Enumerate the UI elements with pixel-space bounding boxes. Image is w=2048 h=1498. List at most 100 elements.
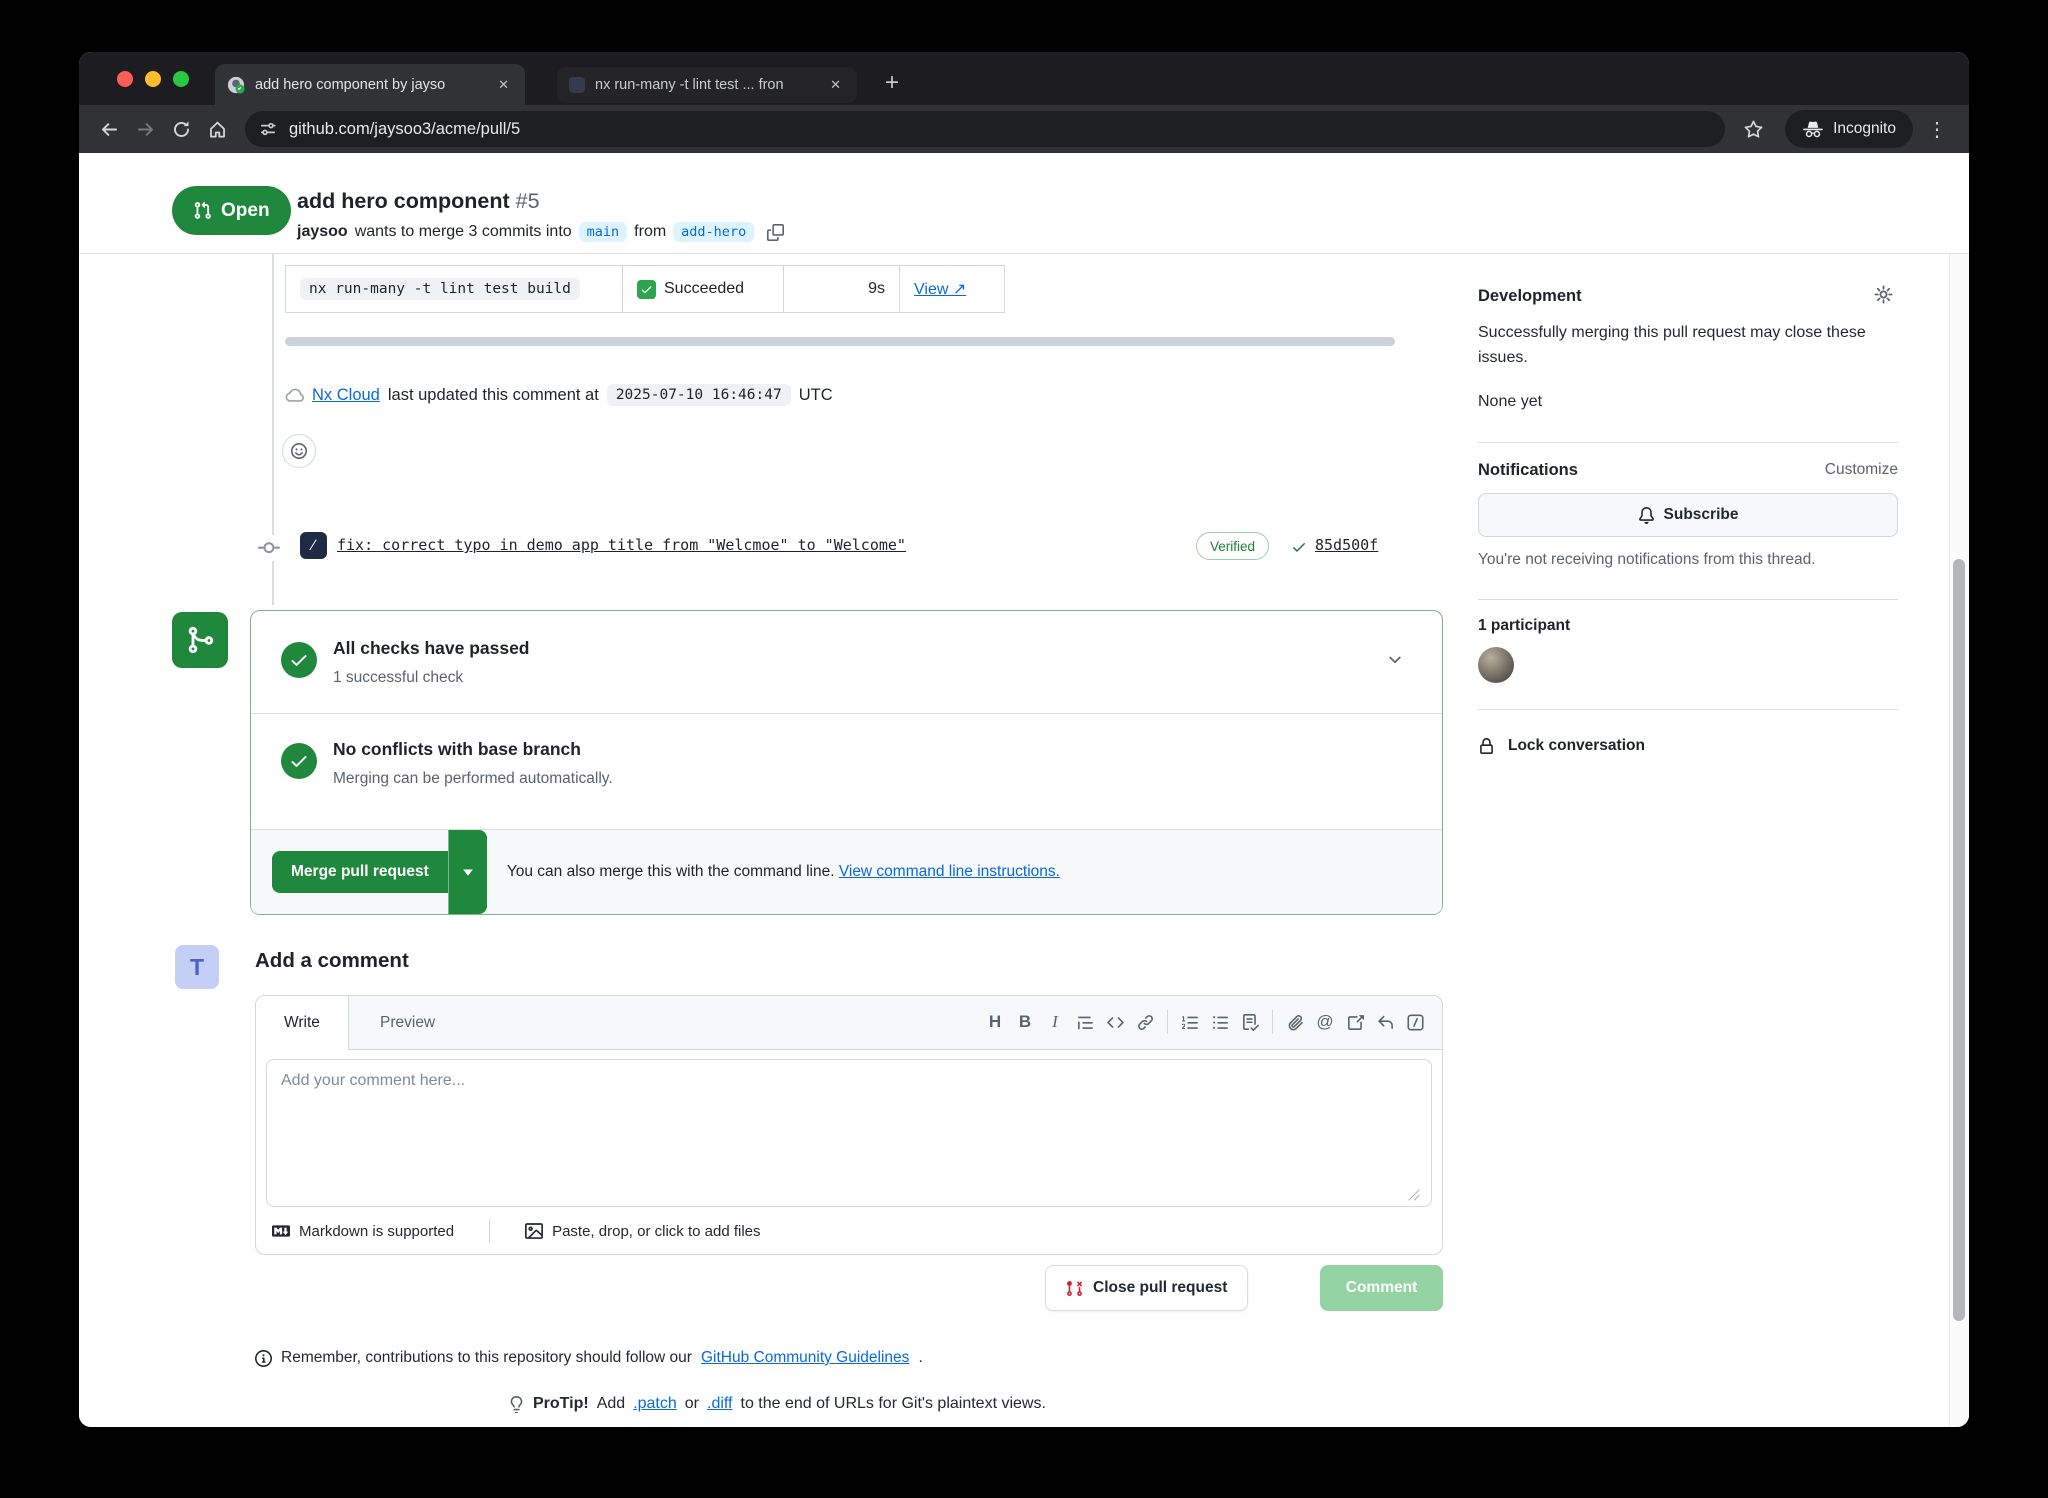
development-empty: None yet (1478, 393, 1898, 411)
view-run-link[interactable]: View ↗ (914, 279, 966, 299)
toolbar-divider (1272, 1010, 1273, 1034)
git-merge-icon (185, 625, 215, 655)
attach-file-icon[interactable] (1280, 1006, 1310, 1038)
bold-icon[interactable]: B (1010, 1006, 1040, 1038)
markdown-note[interactable]: Markdown is supported (299, 1223, 454, 1240)
nx-favicon (569, 77, 585, 93)
patch-link[interactable]: .patch (633, 1395, 677, 1413)
tab-close-icon[interactable]: ✕ (494, 75, 513, 95)
pr-merge-summary: jaysoo wants to merge 3 commits into mai… (297, 222, 784, 242)
nx-cloud-link[interactable]: Nx Cloud (312, 386, 380, 405)
chevron-down-icon[interactable] (1386, 651, 1404, 669)
diff-link[interactable]: .diff (707, 1395, 733, 1413)
code-icon[interactable] (1100, 1006, 1130, 1038)
paste-note[interactable]: Paste, drop, or click to add files (552, 1223, 760, 1240)
checks-section[interactable]: All checks have passed 1 successful chec… (251, 611, 1442, 713)
close-window-button[interactable] (117, 71, 133, 87)
guidelines-text: Remember, contributions to this reposito… (281, 1349, 692, 1367)
protip-text-b: to the end of URLs for Git's plaintext v… (741, 1395, 1046, 1413)
new-tab-button[interactable]: + (885, 65, 899, 101)
italic-icon[interactable]: I (1040, 1006, 1070, 1038)
current-user-avatar[interactable]: T (175, 945, 219, 989)
composer-toolbar: H B I @ (980, 1006, 1430, 1038)
tab-preview[interactable]: Preview (380, 996, 435, 1049)
cross-reference-icon[interactable] (1340, 1006, 1370, 1038)
checks-passed-icon (281, 642, 317, 678)
composer-footer: Markdown is supported Paste, drop, or cl… (272, 1212, 761, 1250)
merge-sentence: wants to merge 3 commits into (355, 223, 572, 241)
add-comment-heading: Add a comment (255, 949, 409, 973)
check-view-cell: View ↗ (899, 266, 1005, 312)
subscribe-button[interactable]: Subscribe (1478, 493, 1898, 537)
comment-button[interactable]: Comment (1320, 1265, 1443, 1311)
resize-grip-icon[interactable] (1408, 1189, 1420, 1201)
conflicts-title: No conflicts with base branch (333, 739, 581, 760)
head-branch-label[interactable]: add-hero (673, 222, 754, 242)
merge-options-caret[interactable] (448, 830, 487, 914)
tab-close-icon[interactable]: ✕ (826, 75, 845, 95)
merge-pull-request-button[interactable]: Merge pull request (272, 851, 448, 893)
forward-button[interactable] (127, 111, 163, 147)
lock-conversation-button[interactable]: Lock conversation (1478, 737, 1898, 755)
check-duration-cell: 9s (783, 266, 899, 312)
maximize-window-button[interactable] (173, 71, 189, 87)
tab-title: nx run-many -t lint test ... fron (595, 77, 816, 93)
tab-write[interactable]: Write (256, 996, 349, 1050)
composer-header: Write Preview H B I @ (256, 996, 1442, 1050)
sidebar-divider (1478, 442, 1898, 443)
browser-menu-button[interactable]: ⋮ (1913, 117, 1957, 142)
merge-box: All checks have passed 1 successful chec… (250, 610, 1443, 915)
mention-icon[interactable]: @ (1310, 1006, 1340, 1038)
commit-author-avatar[interactable]: ∕ (300, 532, 327, 559)
page-scrollbar-track[interactable] (1949, 153, 1969, 1427)
add-reaction-button[interactable] (282, 434, 316, 468)
copy-branch-icon[interactable] (767, 224, 784, 241)
heading-icon[interactable]: H (980, 1006, 1010, 1038)
comment-form: Write Preview H B I @ (255, 995, 1443, 1255)
close-pull-request-button[interactable]: Close pull request (1045, 1265, 1248, 1311)
numbered-list-icon[interactable] (1175, 1006, 1205, 1038)
link-icon[interactable] (1130, 1006, 1160, 1038)
quote-icon[interactable] (1070, 1006, 1100, 1038)
timezone-label: UTC (799, 386, 833, 405)
pr-author[interactable]: jaysoo (297, 223, 348, 241)
comment-textarea[interactable] (266, 1059, 1432, 1207)
protip-text-a: Add (597, 1395, 625, 1413)
back-button[interactable] (91, 111, 127, 147)
check-command-cell: nx run-many -t lint test build (285, 266, 622, 312)
page-scrollbar-thumb[interactable] (1953, 559, 1965, 1321)
incognito-label: Incognito (1833, 120, 1896, 138)
commit-sha-link[interactable]: 85d500f (1315, 536, 1378, 554)
home-button[interactable] (199, 111, 235, 147)
verified-badge[interactable]: Verified (1196, 532, 1269, 560)
development-gear-icon[interactable] (1874, 285, 1893, 304)
participant-avatar[interactable] (1478, 647, 1514, 683)
address-bar[interactable]: github.com/jaysoo3/acme/pull/5 (245, 111, 1725, 147)
tab-pull-request[interactable]: add hero component by jayso ✕ (215, 64, 525, 105)
reload-button[interactable] (163, 111, 199, 147)
bell-icon (1638, 507, 1655, 524)
minimize-window-button[interactable] (145, 71, 161, 87)
cli-instructions-link[interactable]: View command line instructions. (839, 863, 1060, 880)
guidelines-link[interactable]: GitHub Community Guidelines (701, 1349, 909, 1367)
base-branch-label[interactable]: main (579, 222, 628, 242)
bookmark-star-icon[interactable] (1735, 111, 1771, 147)
tab-nx-run[interactable]: nx run-many -t lint test ... fron ✕ (557, 67, 857, 103)
check-status-cell: Succeeded (622, 266, 783, 312)
site-info-icon[interactable] (259, 120, 277, 138)
merge-status-tile (172, 612, 228, 668)
subscribe-label: Subscribe (1664, 506, 1739, 524)
image-icon (525, 1222, 543, 1240)
bullet-list-icon[interactable] (1205, 1006, 1235, 1038)
commit-message-link[interactable]: fix: correct typo in demo app title from… (337, 536, 906, 554)
slash-command-icon[interactable] (1400, 1006, 1430, 1038)
task-list-icon[interactable] (1235, 1006, 1265, 1038)
pr-title: add hero component #5 (297, 189, 540, 214)
pr-closed-icon (1066, 1280, 1083, 1297)
incognito-icon (1802, 121, 1824, 138)
reply-icon[interactable] (1370, 1006, 1400, 1038)
customize-link[interactable]: Customize (1798, 461, 1898, 479)
or-word: or (685, 1395, 699, 1413)
commit-marker (253, 535, 285, 561)
horizontal-scrollbar[interactable] (285, 337, 1395, 346)
